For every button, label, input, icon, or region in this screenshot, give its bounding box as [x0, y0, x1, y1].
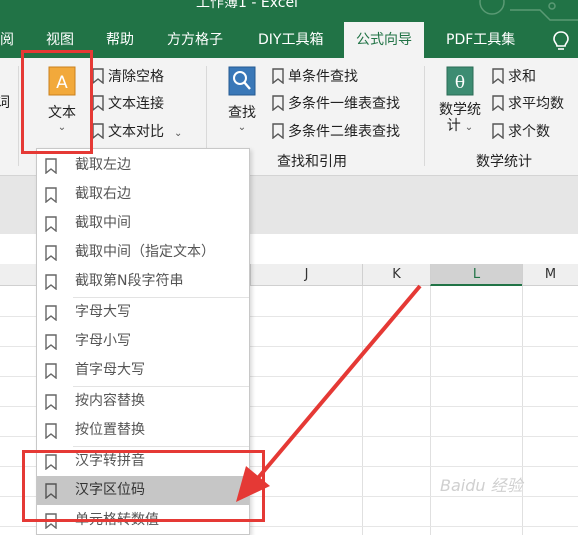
annotation-arrow-icon — [236, 284, 422, 502]
watermark: Baidu 经验 — [440, 476, 523, 495]
